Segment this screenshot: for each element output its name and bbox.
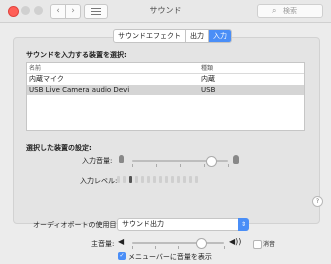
- level-segment: [189, 176, 192, 183]
- device-type: USB: [201, 86, 216, 94]
- level-segment: [171, 176, 174, 183]
- speaker-low-icon: ◀: [118, 237, 125, 246]
- level-segment: [117, 176, 120, 183]
- device-name: 内蔵マイク: [29, 75, 64, 83]
- level-segment: [165, 176, 168, 183]
- device-type: 内蔵: [201, 75, 215, 83]
- level-segment: [123, 176, 126, 183]
- device-section-label: サウンドを入力する装置を選択:: [26, 51, 127, 59]
- master-volume-label: 主音量:: [91, 240, 115, 248]
- search-icon: ⌕: [272, 6, 277, 15]
- show-volume-checkbox[interactable]: ✓: [118, 252, 126, 260]
- table-row[interactable]: 内蔵マイク 内蔵: [27, 74, 304, 84]
- speaker-high-icon: ◀)): [229, 237, 242, 246]
- input-volume-label: 入力音量:: [82, 157, 113, 165]
- input-level-label: 入力レベル:: [80, 177, 118, 185]
- tab-bar: サウンドエフェクト 出力 入力: [113, 29, 232, 43]
- port-purpose-label: オーディオポートの使用目的:: [33, 221, 126, 229]
- column-header-name[interactable]: 名前: [29, 63, 41, 72]
- tab-input[interactable]: 入力: [209, 30, 231, 42]
- mic-low-icon: [119, 155, 124, 163]
- search-placeholder: 検索: [283, 7, 297, 15]
- level-segment: [195, 176, 198, 183]
- settings-label: 選択した装置の設定:: [26, 144, 92, 152]
- input-volume-knob[interactable]: [205, 156, 217, 167]
- level-segment: [183, 176, 186, 183]
- title-bar: ‹ › サウンド ⌕ 検索: [0, 0, 331, 23]
- mute-checkbox[interactable]: [253, 240, 262, 249]
- port-purpose-select[interactable]: サウンド出力 ⇕: [117, 218, 249, 231]
- tab-sound-effects[interactable]: サウンドエフェクト: [114, 30, 186, 42]
- level-segment: [159, 176, 162, 183]
- level-segment: [147, 176, 150, 183]
- table-header: 名前 種類: [27, 63, 304, 74]
- mic-high-icon: [233, 155, 239, 164]
- show-volume-label: メニューバーに音量を表示: [128, 253, 212, 261]
- tab-output[interactable]: 出力: [186, 30, 209, 42]
- master-volume-slider[interactable]: [132, 242, 224, 244]
- help-button[interactable]: ?: [312, 196, 323, 207]
- table-row-selected[interactable]: USB Live Camera audio Devi USB: [27, 85, 304, 95]
- chevron-updown-icon: ⇕: [238, 218, 249, 231]
- port-purpose-value: サウンド出力: [122, 220, 164, 228]
- level-segment: [177, 176, 180, 183]
- master-volume-knob[interactable]: [196, 238, 207, 249]
- device-name: USB Live Camera audio Devi: [29, 86, 130, 94]
- column-header-type[interactable]: 種類: [201, 63, 213, 72]
- search-input[interactable]: ⌕ 検索: [257, 4, 323, 18]
- level-segment: [135, 176, 138, 183]
- level-segment: [141, 176, 144, 183]
- level-segment: [153, 176, 156, 183]
- mute-label: 消音: [263, 241, 276, 248]
- device-table: 名前 種類 内蔵マイク 内蔵 USB Live Camera audio Dev…: [26, 62, 305, 131]
- level-segment: [129, 176, 132, 183]
